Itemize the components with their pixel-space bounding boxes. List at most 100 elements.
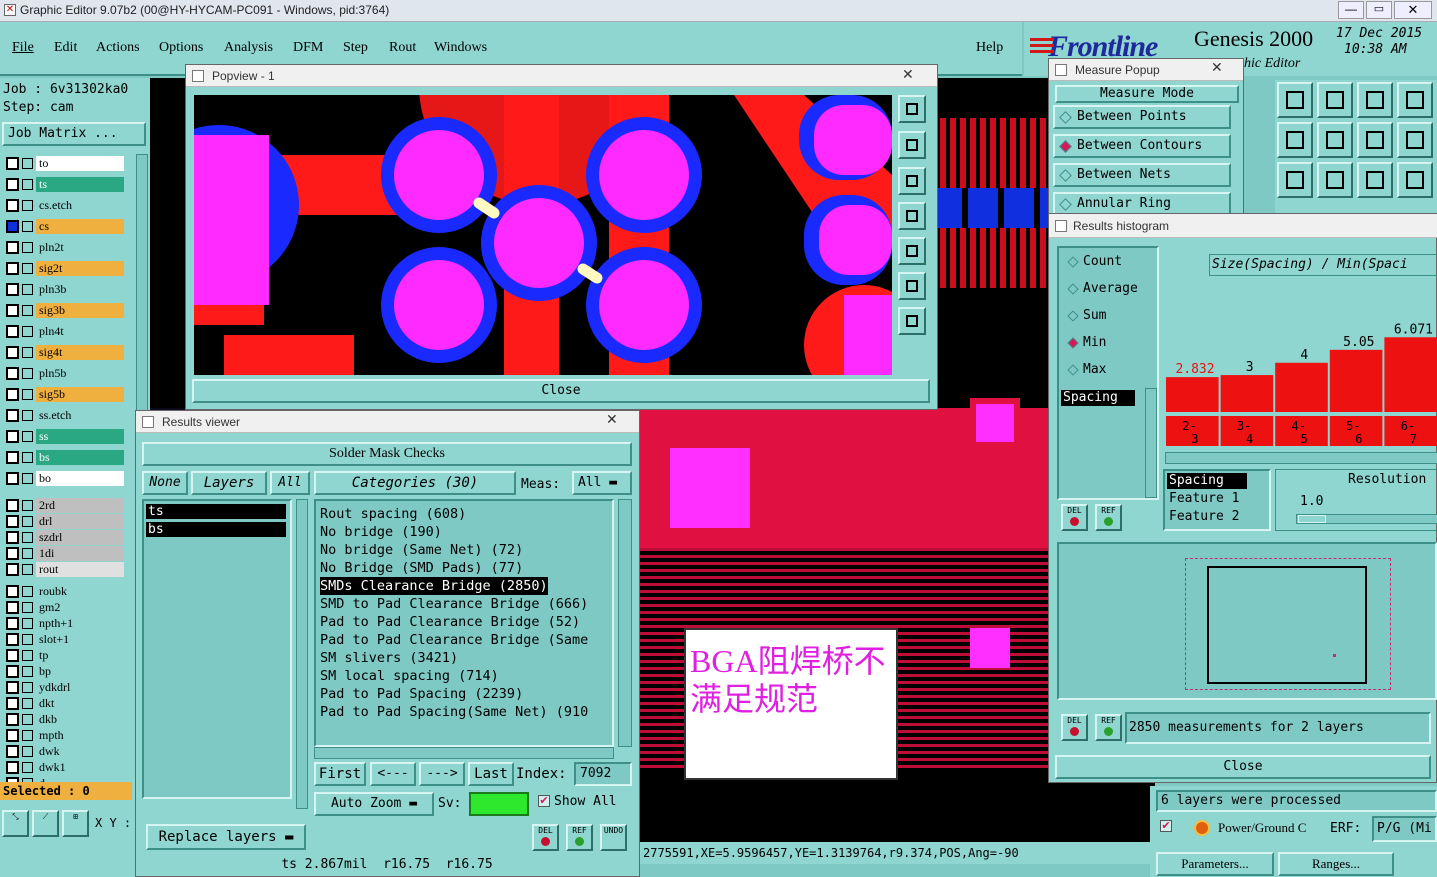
layer-affected-box[interactable]	[22, 698, 33, 709]
layer-affected-box[interactable]	[22, 586, 33, 597]
tool-icon-11[interactable]	[1357, 162, 1393, 198]
menu-dfm[interactable]: DFM	[293, 40, 323, 56]
option-scrollbar[interactable]	[1145, 388, 1157, 498]
category-item[interactable]: No bridge (190)	[320, 523, 442, 541]
layer-checkbox[interactable]	[6, 157, 19, 170]
layer-checkbox[interactable]	[6, 601, 19, 614]
layer-affected-box[interactable]	[22, 200, 33, 211]
histogram-bar[interactable]	[1275, 362, 1328, 412]
zoom-out-icon[interactable]	[898, 272, 926, 300]
layer-row[interactable]: cs.etch	[4, 198, 124, 213]
layer-affected-box[interactable]	[22, 762, 33, 773]
layer-affected-box[interactable]	[22, 242, 33, 253]
layer-checkbox[interactable]	[6, 220, 19, 233]
popview-close-button[interactable]: Close	[192, 379, 930, 403]
parameters-button[interactable]: Parameters...	[1156, 852, 1274, 876]
hist-ref-button[interactable]: REF	[1095, 504, 1122, 531]
layer-affected-box[interactable]	[22, 284, 33, 295]
show-all-checkbox[interactable]: ✔	[538, 795, 550, 807]
layer-affected-box[interactable]	[22, 714, 33, 725]
all-button[interactable]: All	[270, 471, 310, 495]
category-scrollbar[interactable]	[618, 499, 632, 747]
category-item[interactable]: SMDs Clearance Bridge (2850)	[320, 577, 548, 595]
option-max[interactable]: Max	[1067, 362, 1106, 377]
layer-checkbox[interactable]	[6, 388, 19, 401]
layer-affected-box[interactable]	[22, 179, 33, 190]
minimize-button[interactable]: —	[1338, 1, 1364, 19]
layer-row[interactable]: to	[4, 156, 124, 171]
undo-button[interactable]: UNDO	[600, 824, 627, 851]
measure-close-icon[interactable]: ✕	[1211, 59, 1223, 76]
layer-list-scrollbar[interactable]	[296, 499, 308, 809]
menu-help[interactable]: Help	[976, 40, 1003, 56]
layer-row[interactable]: bo	[4, 471, 124, 486]
layer-affected-box[interactable]	[22, 516, 33, 527]
layer-row[interactable]: dwk1	[4, 760, 124, 775]
layer-affected-box[interactable]	[22, 650, 33, 661]
layer-affected-box[interactable]	[22, 347, 33, 358]
category-item[interactable]: Rout spacing (608)	[320, 505, 466, 523]
layer-row[interactable]: ts	[4, 177, 124, 192]
layer-checkbox[interactable]	[6, 409, 19, 422]
grid-icon[interactable]: ⊞	[62, 810, 89, 837]
layer-row[interactable]: sig2t	[4, 261, 124, 276]
category-item[interactable]: Pad to Pad Spacing(Same Net) (910	[320, 703, 588, 721]
layer-checkbox[interactable]	[6, 681, 19, 694]
job-matrix-button[interactable]: Job Matrix ...	[2, 122, 146, 146]
tool-icon-1[interactable]	[1277, 82, 1313, 118]
layer-checkbox[interactable]	[6, 241, 19, 254]
layer-affected-box[interactable]	[22, 389, 33, 400]
pg-value[interactable]: P/G (Mi	[1372, 816, 1437, 842]
tool-icon-4[interactable]	[1397, 82, 1433, 118]
layer-checkbox[interactable]	[6, 199, 19, 212]
layer-row[interactable]: roubk	[4, 584, 124, 599]
layer-result-list[interactable]: ts bs	[142, 499, 292, 799]
layer-affected-box[interactable]	[22, 548, 33, 559]
popview-canvas[interactable]	[194, 95, 892, 375]
meas-select[interactable]: All ▬	[572, 471, 632, 495]
resolution-slider-thumb[interactable]	[1298, 515, 1326, 523]
mode-between-points[interactable]: Between Points	[1053, 105, 1231, 129]
layer-checkbox[interactable]	[6, 430, 19, 443]
hist-del-button-2[interactable]: DEL	[1061, 714, 1088, 741]
category-item[interactable]: SM slivers (3421)	[320, 649, 458, 667]
layer-checkbox[interactable]	[6, 729, 19, 742]
layer-row[interactable]: 2rd	[4, 498, 124, 513]
results-close-icon[interactable]: ✕	[606, 411, 618, 428]
layer-affected-box[interactable]	[22, 666, 33, 677]
layer-row[interactable]: gm2	[4, 600, 124, 615]
layer-affected-box[interactable]	[22, 158, 33, 169]
del-button[interactable]: DEL	[532, 824, 559, 851]
categories-button[interactable]: Categories (30)	[314, 471, 516, 495]
layer-affected-box[interactable]	[22, 634, 33, 645]
layer-row[interactable]: ss.etch	[4, 408, 124, 423]
help-icon[interactable]	[1397, 162, 1433, 198]
layer-row[interactable]: pln5b	[4, 366, 124, 381]
layer-checkbox[interactable]	[6, 178, 19, 191]
layer-affected-box[interactable]	[22, 263, 33, 274]
layer-affected-box[interactable]	[22, 730, 33, 741]
layer-row[interactable]: szdrl	[4, 530, 124, 545]
layer-row[interactable]: sig5b	[4, 387, 124, 402]
zoom-in-icon[interactable]	[898, 307, 926, 335]
pan-down-icon[interactable]	[898, 167, 926, 195]
layer-row[interactable]: sig4t	[4, 345, 124, 360]
layer-row[interactable]: tp	[4, 648, 124, 663]
layer-affected-box[interactable]	[22, 746, 33, 757]
tool-icon-5[interactable]	[1277, 122, 1313, 158]
hist-del-button[interactable]: DEL	[1061, 504, 1088, 531]
zoom-fit-icon[interactable]	[898, 95, 926, 123]
tool-icon-7[interactable]	[1357, 122, 1393, 158]
menu-step[interactable]: Step	[343, 40, 368, 56]
layers-button[interactable]: Layers	[191, 471, 267, 495]
layer-checkbox[interactable]	[6, 304, 19, 317]
layer-affected-box[interactable]	[22, 326, 33, 337]
replace-layers-select[interactable]: Replace layers ▬	[146, 824, 306, 850]
layer-row[interactable]: dwk	[4, 744, 124, 759]
measure-icon[interactable]: ⟋	[32, 810, 59, 837]
ranges-button[interactable]: Ranges...	[1278, 852, 1394, 876]
layer-affected-box[interactable]	[22, 473, 33, 484]
histogram-bar[interactable]	[1384, 337, 1437, 412]
layer-affected-box[interactable]	[22, 500, 33, 511]
layer-row[interactable]: cs	[4, 219, 124, 234]
